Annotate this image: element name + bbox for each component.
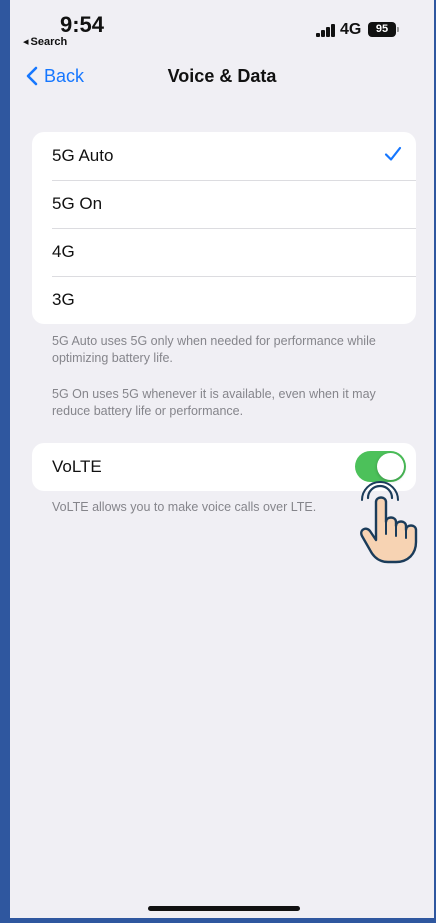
network-type: 4G [340,21,362,38]
back-triangle-icon: ◂ [23,36,29,48]
network-options-list: 5G Auto 5G On 4G 3G [32,132,416,324]
option-label: 4G [52,242,75,261]
battery-icon: 95 [368,22,396,37]
option-5g-on[interactable]: 5G On [32,180,416,228]
page-title: Voice & Data [167,66,277,86]
option-label: 5G Auto [52,146,114,165]
footnote-volte: VoLTE allows you to make voice calls ove… [52,500,317,514]
option-5g-auto[interactable]: 5G Auto [32,132,416,180]
phone-screen: 9:54 ◂ Search 4G 95 Back Voice & Data 5G … [10,0,434,918]
signal-strength-icon [316,24,336,37]
battery-tip [397,27,399,32]
return-to-app-link[interactable]: ◂ Search [23,35,67,48]
option-4g[interactable]: 4G [32,228,416,276]
checkmark-icon [384,146,402,161]
option-label: 3G [52,290,75,309]
option-label: 5G On [52,194,103,213]
footnote-5g-on: 5G On uses 5G whenever it is available, … [52,387,376,418]
home-indicator[interactable] [148,906,300,911]
return-app-label: Search [30,36,68,48]
option-3g[interactable]: 3G [32,276,416,324]
toggle-knob [377,453,404,480]
footnote-5g-auto: 5G Auto uses 5G only when needed for per… [52,334,376,365]
pointing-hand-icon [360,481,418,564]
volte-label: VoLTE [52,457,102,476]
